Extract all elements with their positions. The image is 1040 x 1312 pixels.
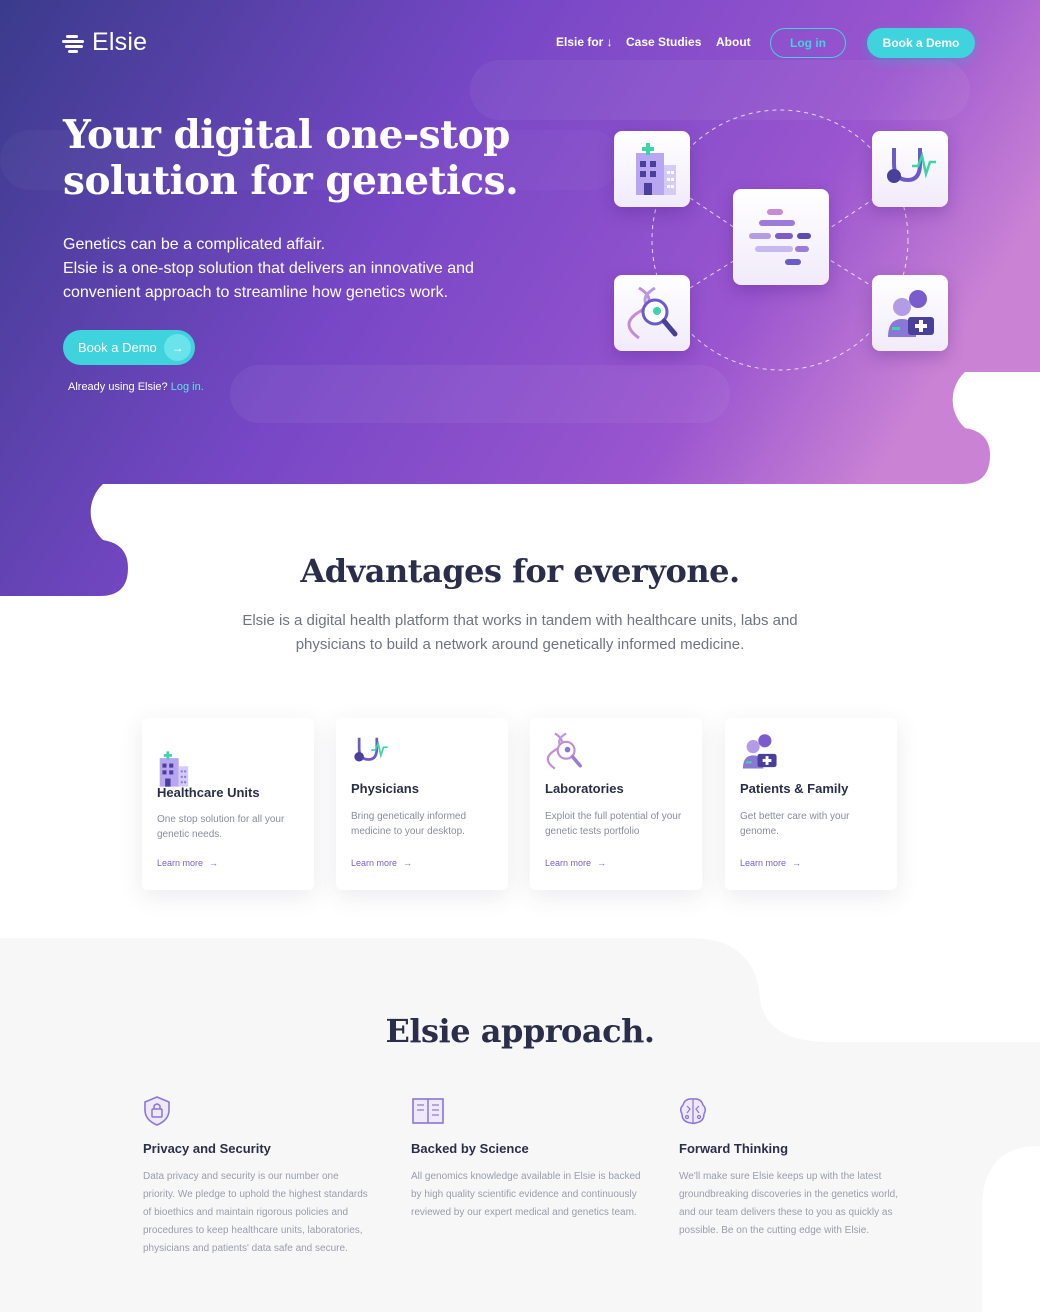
shield-lock-icon bbox=[144, 1096, 170, 1126]
logo-text: Elsie bbox=[92, 28, 148, 56]
nav-elsie-for[interactable]: Elsie for ↓ bbox=[556, 35, 613, 49]
already-using-text: Already using Elsie? Log in. bbox=[68, 381, 204, 393]
card-healthcare-units[interactable]: Healthcare Units One stop solution for a… bbox=[142, 718, 314, 890]
feature-description: All genomics knowledge available in Elsi… bbox=[411, 1171, 641, 1218]
card-patients-family[interactable]: Patients & Family Get better care with y… bbox=[725, 718, 897, 890]
hero-title: Your digital one-stop solution for genet… bbox=[63, 112, 543, 204]
card-title: Patients & Family bbox=[740, 781, 849, 796]
brain-icon bbox=[679, 1098, 707, 1125]
hero-book-demo-button[interactable]: Book a Demo → bbox=[63, 330, 195, 365]
hero-subtitle-line2: Elsie is a one-stop solution that delive… bbox=[63, 260, 474, 301]
already-using-label: Already using Elsie? bbox=[68, 381, 168, 393]
hero-login-link[interactable]: Log in. bbox=[171, 381, 204, 393]
arrow-right-icon: → bbox=[164, 334, 191, 361]
learn-more-label: Learn more bbox=[545, 858, 592, 868]
family-icon bbox=[888, 290, 934, 337]
book-icon bbox=[412, 1098, 444, 1124]
card-title: Laboratories bbox=[545, 781, 624, 796]
patients-tile bbox=[872, 275, 948, 351]
card-physicians[interactable]: Physicians Bring genetically informed me… bbox=[336, 718, 508, 890]
learn-more-label: Learn more bbox=[740, 858, 787, 868]
dna-magnifier-icon bbox=[627, 286, 678, 340]
learn-more-label: Learn more bbox=[157, 858, 204, 868]
card-laboratories[interactable]: Laboratories Exploit the full potential … bbox=[530, 718, 702, 890]
card-title: Physicians bbox=[351, 781, 419, 796]
hero-subtitle: Genetics can be a complicated affair. El… bbox=[63, 233, 533, 305]
elsie-hub-tile bbox=[733, 189, 829, 285]
advantages-title: Advantages for everyone. bbox=[300, 552, 740, 590]
feature-privacy-security: Privacy and Security Data privacy and se… bbox=[143, 1096, 373, 1258]
stethoscope-tile bbox=[872, 131, 948, 207]
top-navigation: Elsie Elsie for ↓ Case Studies About Log… bbox=[0, 0, 1040, 86]
feature-description: We'll make sure Elsie keeps up with the … bbox=[679, 1171, 899, 1236]
approach-title: Elsie approach. bbox=[385, 1012, 655, 1050]
feature-backed-by-science: Backed by Science All genomics knowledge… bbox=[411, 1096, 641, 1222]
card-description: One stop solution for all your genetic n… bbox=[157, 814, 285, 840]
stethoscope-icon bbox=[354, 737, 388, 762]
hero-title-line1: Your digital one-stop bbox=[63, 112, 510, 158]
feature-title: Privacy and Security bbox=[143, 1141, 271, 1156]
laboratory-tile bbox=[614, 275, 690, 351]
hero-title-line2: solution for genetics. bbox=[63, 158, 519, 204]
feature-forward-thinking: Forward Thinking We'll make sure Elsie k… bbox=[679, 1096, 909, 1240]
card-title: Healthcare Units bbox=[157, 785, 260, 800]
hospital-icon bbox=[636, 143, 676, 195]
feature-title: Backed by Science bbox=[411, 1141, 529, 1156]
hospital-tile bbox=[614, 131, 690, 207]
advantages-subtitle: Elsie is a digital health platform that … bbox=[242, 612, 798, 653]
hero-book-demo-label: Book a Demo bbox=[78, 340, 157, 355]
card-description: Bring genetically informed medicine to y… bbox=[351, 811, 467, 837]
arrow-right-icon: → bbox=[403, 858, 413, 868]
nav-case-studies[interactable]: Case Studies bbox=[626, 35, 701, 49]
login-button[interactable]: Log in bbox=[770, 28, 846, 58]
learn-more-link[interactable]: Learn more → bbox=[351, 858, 412, 868]
logo-mark-icon bbox=[62, 33, 86, 53]
learn-more-label: Learn more bbox=[351, 858, 398, 868]
feature-description: Data privacy and security is our number … bbox=[143, 1171, 368, 1254]
feature-title: Forward Thinking bbox=[679, 1141, 789, 1156]
learn-more-link[interactable]: Learn more → bbox=[157, 858, 218, 868]
card-description: Exploit the full potential of your genet… bbox=[545, 811, 682, 837]
hero-subtitle-line1: Genetics can be a complicated affair. bbox=[63, 236, 326, 253]
nav-about[interactable]: About bbox=[716, 35, 751, 49]
learn-more-link[interactable]: Learn more → bbox=[545, 858, 606, 868]
family-icon bbox=[742, 734, 777, 769]
card-description: Get better care with your genome. bbox=[740, 811, 850, 837]
nav-book-demo-button[interactable]: Book a Demo bbox=[867, 28, 975, 58]
arrow-right-icon: → bbox=[597, 858, 607, 868]
dna-magnifier-icon bbox=[546, 732, 582, 770]
arrow-right-icon: → bbox=[792, 858, 802, 868]
hospital-icon bbox=[159, 751, 189, 787]
stethoscope-icon bbox=[887, 148, 936, 183]
learn-more-link[interactable]: Learn more → bbox=[740, 858, 801, 868]
elsie-logo[interactable]: Elsie bbox=[62, 28, 147, 57]
elsie-hub-icon bbox=[749, 209, 811, 265]
arrow-right-icon: → bbox=[209, 858, 219, 868]
